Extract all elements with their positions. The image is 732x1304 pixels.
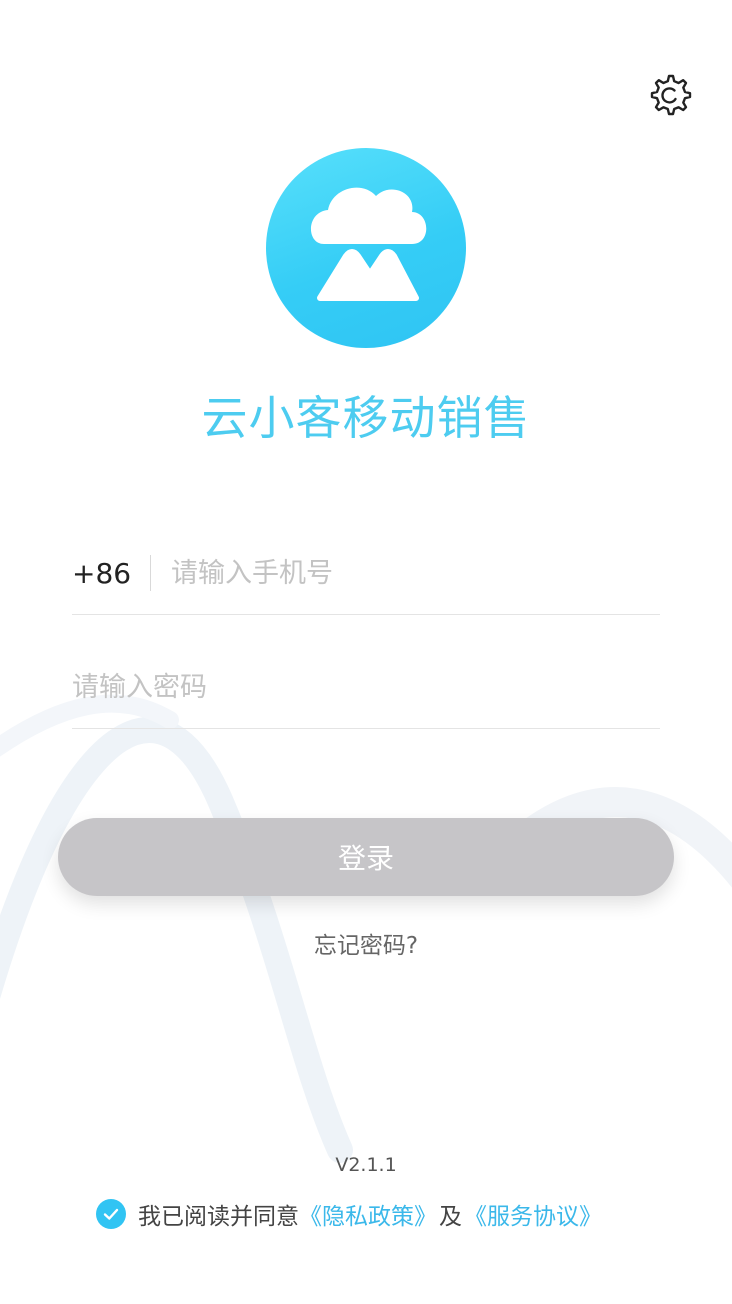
login-button[interactable]: 登录: [58, 818, 674, 896]
login-screen: 云小客移动销售 +86 登录 忘记密码? V2.1.1 我已阅读并同意 《隐私政…: [0, 0, 732, 1304]
service-agreement-link[interactable]: 《服务协议》: [464, 1197, 602, 1231]
version-label: V2.1.1: [335, 1154, 397, 1176]
agree-and-text: 及: [439, 1204, 462, 1230]
app-title: 云小客移动销售: [201, 391, 531, 445]
agree-checkbox[interactable]: [96, 1199, 126, 1229]
password-input[interactable]: [72, 657, 660, 717]
agreement-row: 我已阅读并同意 《隐私政策》 及 《服务协议》: [96, 1194, 602, 1234]
agree-text: 我已阅读并同意: [138, 1204, 299, 1230]
settings-button[interactable]: [646, 70, 696, 120]
phone-input[interactable]: [171, 543, 660, 603]
phone-field-row: +86: [72, 532, 660, 615]
password-field-row: [72, 646, 660, 729]
country-code-selector[interactable]: +86: [72, 557, 150, 590]
field-divider: [150, 555, 151, 591]
forgot-password-link[interactable]: 忘记密码?: [0, 926, 732, 960]
app-logo: [266, 148, 466, 348]
gear-icon: [650, 74, 692, 116]
privacy-policy-link[interactable]: 《隐私政策》: [299, 1197, 437, 1231]
checkmark-icon: [103, 1208, 119, 1220]
cloud-mountain-logo: [310, 187, 427, 301]
